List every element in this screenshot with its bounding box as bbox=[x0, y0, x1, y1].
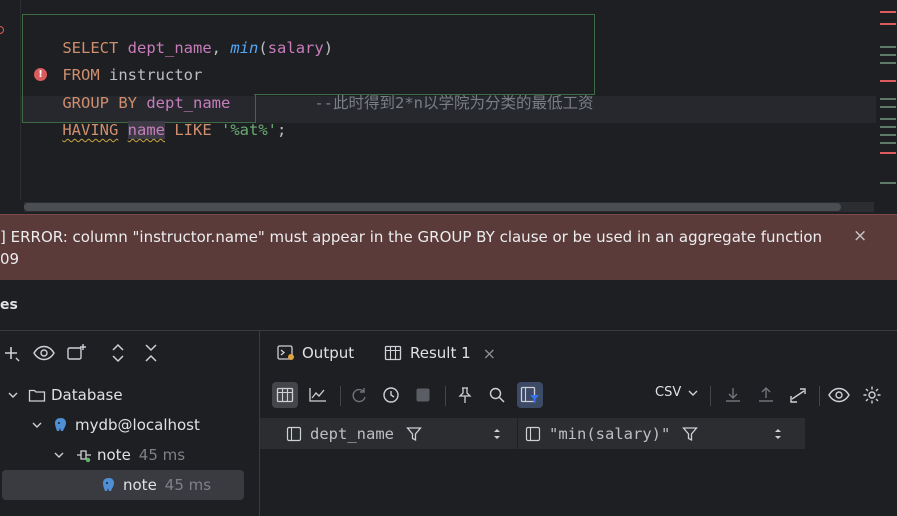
error-code: 09 bbox=[0, 250, 20, 268]
change-stripe[interactable] bbox=[880, 126, 896, 128]
chevron-down-icon[interactable] bbox=[30, 418, 44, 432]
filter-icon[interactable] bbox=[682, 426, 699, 442]
postgresql-icon bbox=[103, 478, 114, 491]
close-icon[interactable]: × bbox=[853, 226, 867, 246]
column-header-min-salary[interactable]: "min(salary)" bbox=[525, 418, 795, 449]
eye-icon[interactable] bbox=[826, 382, 852, 408]
table-icon bbox=[384, 345, 402, 361]
column-icon bbox=[525, 426, 541, 441]
tree-item-label: mydb@localhost bbox=[75, 416, 200, 434]
column-separator bbox=[517, 418, 518, 449]
sql-editor[interactable]: SELECT dept_name, min(salary) FROM instr… bbox=[0, 0, 897, 214]
tab-output[interactable]: Output bbox=[276, 331, 354, 375]
error-message: ] ERROR: column "instructor.name" must a… bbox=[0, 228, 823, 246]
tree-item-session[interactable]: note 45 ms bbox=[52, 442, 185, 468]
sort-icon[interactable] bbox=[492, 427, 502, 441]
tree-item-time: 45 ms bbox=[138, 446, 186, 464]
toolbar-separator bbox=[445, 386, 446, 406]
expand-all-icon[interactable] bbox=[107, 342, 129, 364]
punct: ; bbox=[277, 121, 287, 139]
change-stripe[interactable] bbox=[880, 182, 896, 184]
table-view-icon[interactable] bbox=[272, 382, 298, 408]
tab-result-1[interactable]: Result 1 × bbox=[384, 331, 496, 375]
column-ref: name bbox=[127, 121, 165, 139]
pin-icon[interactable] bbox=[452, 382, 478, 408]
code-line-4[interactable]: HAVING name LIKE '%at%'; bbox=[25, 100, 286, 160]
folder-icon bbox=[28, 389, 46, 402]
error-gutter-marker bbox=[0, 26, 4, 34]
string-literal: '%at%' bbox=[221, 121, 278, 139]
error-icon[interactable]: ! bbox=[34, 68, 47, 81]
output-icon bbox=[277, 345, 294, 360]
tree-item-label: Database bbox=[51, 386, 123, 404]
collapse-all-icon[interactable] bbox=[140, 342, 162, 364]
tree-item-console[interactable]: note 45 ms bbox=[100, 472, 211, 498]
column-icon bbox=[286, 426, 302, 441]
eye-icon[interactable] bbox=[33, 342, 55, 364]
toolbar-separator bbox=[819, 386, 820, 406]
export-format-select[interactable]: CSV bbox=[655, 385, 699, 400]
session-icon bbox=[77, 450, 91, 463]
gear-icon[interactable] bbox=[859, 382, 885, 408]
chevron-down-icon[interactable] bbox=[52, 448, 66, 462]
error-stripe[interactable] bbox=[880, 11, 896, 13]
error-stripe[interactable] bbox=[880, 80, 896, 82]
compare-icon[interactable] bbox=[785, 382, 811, 408]
error-stripe[interactable] bbox=[880, 23, 896, 25]
services-title: es bbox=[0, 297, 18, 313]
horizontal-scroll-thumb[interactable] bbox=[24, 203, 841, 211]
error-banner: ] ERROR: column "instructor.name" must a… bbox=[0, 214, 897, 280]
comment: --此时得到2*n以学院为分类的最低工资 bbox=[314, 94, 594, 112]
export-format-value: CSV bbox=[655, 385, 682, 400]
column-label: dept_name bbox=[310, 424, 394, 443]
refresh-icon[interactable] bbox=[346, 382, 372, 408]
new-session-icon[interactable] bbox=[66, 342, 88, 364]
column-label: "min(salary)" bbox=[549, 424, 671, 443]
keyword: HAVING bbox=[62, 121, 119, 139]
close-icon[interactable]: × bbox=[483, 344, 496, 363]
change-stripe[interactable] bbox=[880, 46, 896, 48]
toolbar-separator bbox=[710, 386, 711, 406]
error-stripe[interactable] bbox=[880, 152, 896, 154]
sort-icon[interactable] bbox=[773, 427, 783, 441]
tree-item-datasource[interactable]: mydb@localhost bbox=[30, 412, 200, 438]
keyword: LIKE bbox=[174, 121, 212, 139]
stop-icon[interactable] bbox=[410, 382, 436, 408]
tree-item-label: note bbox=[97, 446, 131, 464]
results-toolbar: CSV bbox=[260, 376, 897, 416]
filter-panel-icon[interactable] bbox=[517, 382, 543, 408]
download-icon[interactable] bbox=[720, 382, 746, 408]
column-ref: salary bbox=[267, 39, 324, 57]
change-stripe[interactable] bbox=[880, 106, 896, 108]
change-stripe[interactable] bbox=[880, 142, 896, 144]
tab-label: Result 1 bbox=[410, 344, 471, 362]
tab-label: Output bbox=[302, 344, 355, 362]
results-tabs: Output Result 1 × bbox=[260, 331, 897, 375]
punct: , bbox=[211, 39, 222, 57]
history-icon[interactable] bbox=[378, 382, 404, 408]
filter-icon[interactable] bbox=[406, 426, 422, 442]
change-stripe[interactable] bbox=[880, 134, 896, 136]
change-stripe[interactable] bbox=[880, 118, 896, 120]
chevron-down-icon[interactable] bbox=[6, 388, 20, 402]
column-header-dept-name[interactable]: dept_name bbox=[286, 418, 516, 449]
function-name: min bbox=[230, 39, 259, 57]
chart-view-icon[interactable] bbox=[305, 382, 331, 408]
change-stripe[interactable] bbox=[880, 54, 896, 56]
search-icon[interactable] bbox=[484, 382, 510, 408]
change-stripe[interactable] bbox=[880, 98, 896, 100]
punct: ) bbox=[323, 39, 334, 57]
upload-icon[interactable] bbox=[753, 382, 779, 408]
add-icon[interactable] bbox=[0, 342, 22, 364]
toolbar-separator bbox=[340, 386, 341, 406]
tree-item-label: note bbox=[123, 476, 157, 494]
change-stripe[interactable] bbox=[880, 62, 896, 64]
punct: ( bbox=[258, 39, 268, 57]
tree-item-database[interactable]: Database bbox=[6, 382, 123, 408]
result-grid-header: dept_name "min(salary)" bbox=[260, 418, 805, 449]
tree-item-time: 45 ms bbox=[164, 476, 212, 494]
chevron-down-icon bbox=[688, 390, 698, 396]
postgresql-icon bbox=[55, 418, 66, 431]
